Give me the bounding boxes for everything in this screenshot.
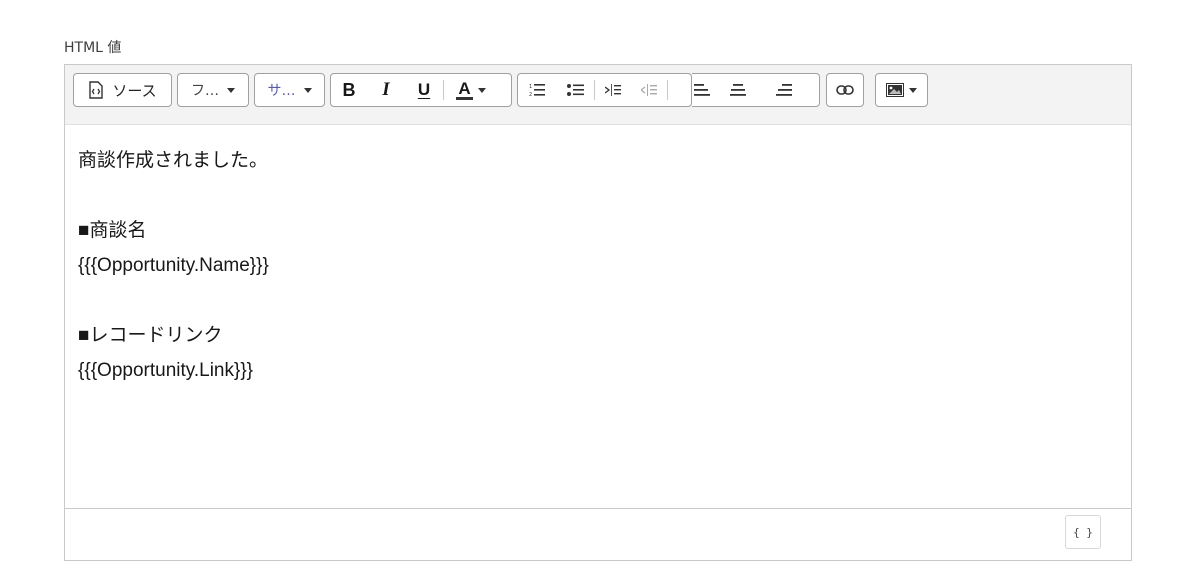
italic-button[interactable]: I [367,74,405,106]
indent-button[interactable] [595,74,631,106]
source-button[interactable]: ソース [73,73,172,107]
align-right-icon [776,83,792,97]
italic-icon: I [382,79,390,100]
merge-field-button[interactable]: { } [1065,515,1101,549]
text-format-group: B I U A [330,73,512,107]
font-size-dropdown[interactable]: サ… [254,73,325,107]
chevron-down-icon [477,87,486,93]
content-line: ■レコードリンク [78,325,223,346]
ordered-list-icon: 1 2 [529,83,545,97]
ordered-list-button[interactable]: 1 2 [518,74,556,106]
chevron-down-icon [909,87,917,93]
unordered-list-button[interactable] [556,74,594,106]
align-left-button[interactable] [692,74,712,106]
content-line: 商談作成されました。 [78,150,269,171]
underline-button[interactable]: U [405,74,443,106]
link-icon [836,84,854,96]
underline-icon: U [417,80,431,99]
font-size-label: サ… [267,83,296,99]
unordered-list-icon [566,83,584,97]
content-line: ■商談名 [78,220,147,241]
align-left-icon [694,83,710,97]
image-icon [886,83,904,97]
font-family-dropdown[interactable]: フ… [177,73,249,107]
alignment-group [692,73,820,107]
bold-button[interactable]: B [331,74,367,106]
chevron-down-icon [303,87,312,93]
indent-icon [605,83,621,97]
source-label: ソース [112,81,157,100]
editor-toolbar: ソース フ… サ… B I U A 1 2 [65,65,1131,125]
bold-icon: B [342,79,356,100]
rich-text-editor: ソース フ… サ… B I U A 1 2 商談作成されました。 ■商談名 {{… [64,64,1132,561]
outdent-button[interactable] [631,74,667,106]
image-button[interactable] [875,73,928,107]
editor-content[interactable]: 商談作成されました。 ■商談名 {{{Opportunity.Name}}} ■… [78,143,269,388]
link-button[interactable] [826,73,864,107]
text-color-button[interactable]: A [444,74,498,106]
align-center-button[interactable] [712,74,764,106]
align-center-icon [730,83,746,97]
font-family-label: フ… [191,83,219,99]
chevron-down-icon [227,87,235,93]
outdent-icon [641,83,657,97]
source-icon [88,81,104,99]
content-line: {{{Opportunity.Link}}} [78,360,254,381]
field-label: HTML 値 [64,40,122,56]
svg-text:2: 2 [529,92,532,97]
editor-footer: { } [65,508,1131,560]
align-right-button[interactable] [764,74,804,106]
text-color-icon: A [456,78,473,100]
list-group: 1 2 [517,73,692,107]
content-line [78,178,269,213]
svg-text:1: 1 [529,84,532,90]
content-line [78,283,269,318]
content-line: {{{Opportunity.Name}}} [78,255,269,276]
